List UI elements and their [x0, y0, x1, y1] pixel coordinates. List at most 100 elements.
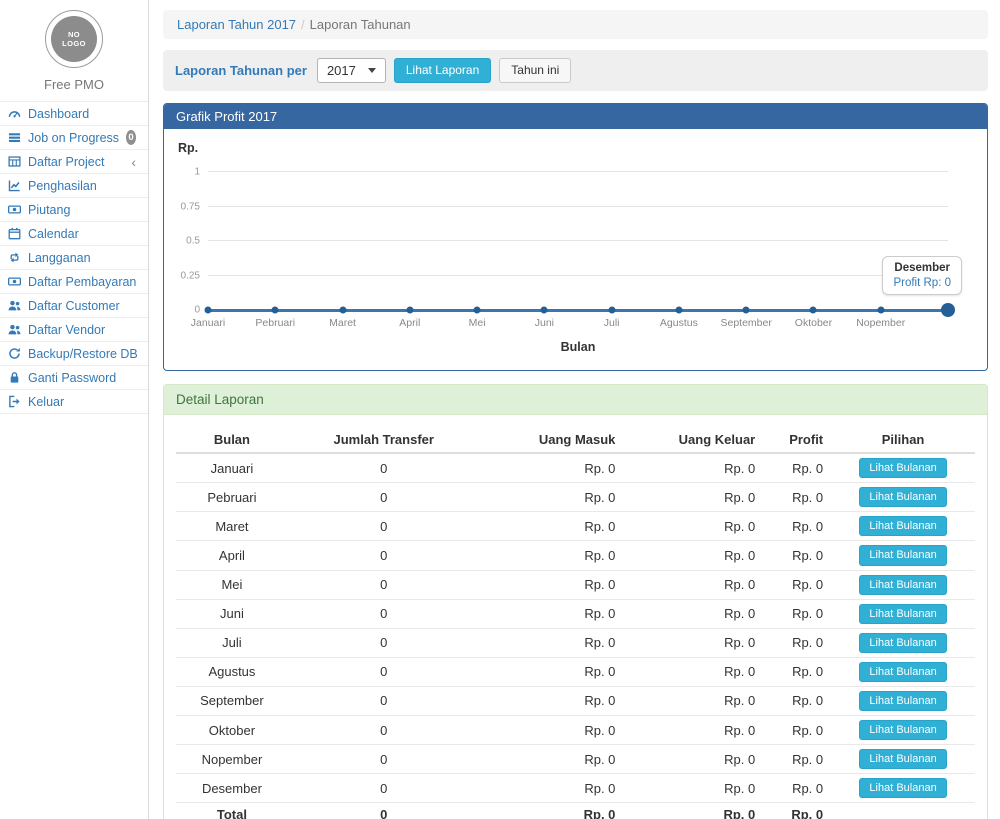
data-point-nopember[interactable] — [877, 307, 884, 314]
x-tick-label: Juli — [604, 317, 620, 329]
sidebar-item-backup-restore-db[interactable]: Backup/Restore DB — [0, 342, 148, 366]
data-point-september[interactable] — [743, 307, 750, 314]
table-cell-action: Lihat Bulanan — [831, 512, 975, 541]
table-cell: Desember — [176, 774, 288, 803]
data-point-pebruari[interactable] — [272, 307, 279, 314]
table-cell-action: Lihat Bulanan — [831, 453, 975, 483]
sidebar-item-label: Daftar Customer — [28, 299, 120, 313]
lihat-bulanan-button[interactable]: Lihat Bulanan — [859, 545, 946, 565]
sidebar-item-daftar-project[interactable]: Daftar Project‹ — [0, 150, 148, 174]
no-logo-badge-inner: NO LOGO — [51, 16, 97, 62]
table-cell: 0 — [288, 541, 480, 570]
sidebar-item-dashboard[interactable]: Dashboard — [0, 102, 148, 126]
lihat-bulanan-button[interactable]: Lihat Bulanan — [859, 633, 946, 653]
chart-tooltip: Desember Profit Rp: 0 — [882, 256, 962, 295]
sidebar-item-job-on-progress[interactable]: Job on Progress0 — [0, 126, 148, 150]
table-cell: Rp. 0 — [763, 745, 831, 774]
data-point-oktober[interactable] — [810, 307, 817, 314]
refresh-icon — [8, 347, 21, 360]
brand-name: Free PMO — [0, 77, 148, 92]
lihat-bulanan-button[interactable]: Lihat Bulanan — [859, 575, 946, 595]
sidebar-item-ganti-password[interactable]: Ganti Password — [0, 366, 148, 390]
table-cell: 0 — [288, 686, 480, 715]
lihat-laporan-button[interactable]: Lihat Laporan — [394, 58, 491, 83]
table-cell: Rp. 0 — [623, 599, 763, 628]
toolbar-label: Laporan Tahunan per — [175, 63, 307, 78]
sidebar-item-label: Backup/Restore DB — [28, 347, 138, 361]
table-row-pebruari: Pebruari0Rp. 0Rp. 0Rp. 0Lihat Bulanan — [176, 483, 975, 512]
lihat-bulanan-button[interactable]: Lihat Bulanan — [859, 778, 946, 798]
data-point-mei[interactable] — [474, 307, 481, 314]
table-cell: Mei — [176, 570, 288, 599]
table-cell: Rp. 0 — [763, 686, 831, 715]
lihat-bulanan-button[interactable]: Lihat Bulanan — [859, 516, 946, 536]
sidebar-item-calendar[interactable]: Calendar — [0, 222, 148, 246]
table-cell: Rp. 0 — [623, 628, 763, 657]
sidebar-item-penghasilan[interactable]: Penghasilan — [0, 174, 148, 198]
data-point-agustus[interactable] — [675, 307, 682, 314]
users-icon — [8, 323, 21, 336]
sidebar-nav: DashboardJob on Progress0Daftar Project‹… — [0, 102, 148, 414]
sidebar-item-daftar-pembayaran[interactable]: Daftar Pembayaran — [0, 270, 148, 294]
table-cell: Rp. 0 — [623, 716, 763, 745]
data-point-desember[interactable] — [941, 303, 955, 317]
lihat-bulanan-button[interactable]: Lihat Bulanan — [859, 691, 946, 711]
data-point-januari[interactable] — [205, 307, 212, 314]
lihat-bulanan-button[interactable]: Lihat Bulanan — [859, 604, 946, 624]
table-cell: Rp. 0 — [623, 483, 763, 512]
sidebar-item-label: Job on Progress — [28, 131, 119, 145]
table-cell: Oktober — [176, 716, 288, 745]
total-cell: Rp. 0 — [623, 803, 763, 819]
sidebar-item-daftar-customer[interactable]: Daftar Customer — [0, 294, 148, 318]
table-cell: Rp. 0 — [480, 599, 624, 628]
retweet-icon — [8, 251, 21, 264]
table-cell: 0 — [288, 657, 480, 686]
sidebar-item-keluar[interactable]: Keluar — [0, 390, 148, 414]
tahun-ini-button[interactable]: Tahun ini — [499, 58, 571, 83]
column-header-uang-keluar: Uang Keluar — [623, 427, 763, 453]
y-axis-title: Rp. — [178, 141, 973, 155]
users-icon — [8, 299, 21, 312]
lihat-bulanan-button[interactable]: Lihat Bulanan — [859, 487, 946, 507]
table-cell: Rp. 0 — [763, 599, 831, 628]
lihat-bulanan-button[interactable]: Lihat Bulanan — [859, 720, 946, 740]
lihat-bulanan-button[interactable]: Lihat Bulanan — [859, 458, 946, 478]
sidebar-item-daftar-vendor[interactable]: Daftar Vendor — [0, 318, 148, 342]
table-cell: Rp. 0 — [480, 512, 624, 541]
sidebar-item-langganan[interactable]: Langganan — [0, 246, 148, 270]
year-select-value: 2017 — [327, 63, 356, 78]
sidebar-item-label: Piutang — [28, 203, 70, 217]
sidebar-item-label: Ganti Password — [28, 371, 116, 385]
app-window: NO LOGO Free PMO DashboardJob on Progres… — [0, 0, 1000, 819]
table-cell: Rp. 0 — [480, 483, 624, 512]
table-cell: 0 — [288, 512, 480, 541]
y-tick-label: 0.5 — [170, 236, 200, 247]
column-header-bulan: Bulan — [176, 427, 288, 453]
table-row-juli: Juli0Rp. 0Rp. 0Rp. 0Lihat Bulanan — [176, 628, 975, 657]
data-point-juni[interactable] — [541, 307, 548, 314]
table-cell: Rp. 0 — [623, 686, 763, 715]
table-cell: Rp. 0 — [480, 657, 624, 686]
table-cell: Rp. 0 — [480, 716, 624, 745]
table-cell: Januari — [176, 453, 288, 483]
table-cell: April — [176, 541, 288, 570]
no-logo-badge: NO LOGO — [45, 10, 103, 68]
table-cell: Pebruari — [176, 483, 288, 512]
data-point-april[interactable] — [406, 307, 413, 314]
sidebar-item-label: Calendar — [28, 227, 79, 241]
table-cell: Rp. 0 — [480, 453, 624, 483]
breadcrumb-parent-link[interactable]: Laporan Tahun 2017 — [177, 17, 296, 32]
table-cell: Rp. 0 — [763, 657, 831, 686]
table-cell: Rp. 0 — [763, 716, 831, 745]
lihat-bulanan-button[interactable]: Lihat Bulanan — [859, 662, 946, 682]
tooltip-title: Desember — [893, 262, 951, 274]
sidebar-item-piutang[interactable]: Piutang — [0, 198, 148, 222]
year-select[interactable]: 2017 — [317, 58, 386, 83]
y-tick-label: 0 — [170, 305, 200, 316]
x-tick-label: April — [399, 317, 420, 329]
data-point-juli[interactable] — [608, 307, 615, 314]
table-cell: Nopember — [176, 745, 288, 774]
data-point-maret[interactable] — [339, 307, 346, 314]
lihat-bulanan-button[interactable]: Lihat Bulanan — [859, 749, 946, 769]
y-tick-label: 0.25 — [170, 270, 200, 281]
